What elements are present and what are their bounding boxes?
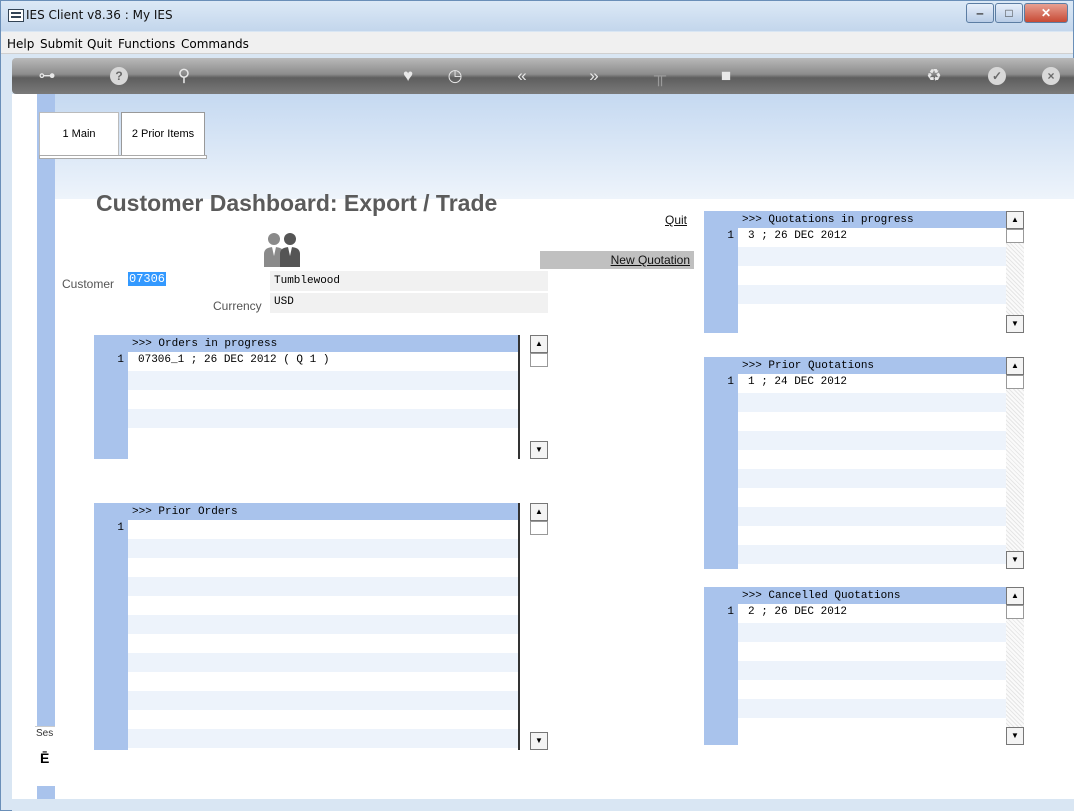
prior-quotations-header: >>> Prior Quotations <box>738 357 1007 374</box>
orders-in-progress-header: >>> Orders in progress <box>128 335 519 352</box>
menu-help[interactable]: Help <box>7 37 34 51</box>
recycle-icon[interactable]: ♻ <box>922 64 946 88</box>
window-title: IES Client v8.36 : My IES <box>26 8 173 22</box>
order-cell: 07306_1 ; 26 DEC 2012 ( Q 1 ) <box>138 354 330 366</box>
quit-link[interactable]: Quit <box>665 213 687 227</box>
scroll-down-icon[interactable]: ▼ <box>530 441 548 459</box>
scroll-thumb[interactable] <box>1006 375 1024 389</box>
tab-prior-items-label: 2 Prior Items <box>131 128 195 140</box>
scroll-down-icon[interactable]: ▼ <box>1006 551 1024 569</box>
customers-icon <box>264 233 300 267</box>
next-icon[interactable]: » <box>582 64 606 88</box>
tools-icon[interactable]: ╥ <box>648 64 672 88</box>
minimize-button[interactable]: ‒ <box>966 3 994 23</box>
orders-in-progress-scrollbar[interactable]: ▲ ▼ <box>530 335 548 459</box>
session-label: Ses <box>36 728 54 739</box>
cancelled-quotations-scrollbar[interactable]: ▲ ▼ <box>1006 587 1024 745</box>
scroll-thumb[interactable] <box>530 353 548 367</box>
close-window-button[interactable]: ✕ <box>1024 3 1068 23</box>
scroll-thumb[interactable] <box>1006 605 1024 619</box>
new-quotation-button[interactable]: New Quotation <box>540 251 694 269</box>
row-number: 1 <box>727 376 734 388</box>
prior-orders-header: >>> Prior Orders <box>128 503 519 520</box>
quotation-cell: 2 ; 26 DEC 2012 <box>748 606 848 618</box>
menu-functions[interactable]: Functions <box>118 37 175 51</box>
row-number: 1 <box>117 354 124 366</box>
customer-code-value: 07306 <box>128 272 167 286</box>
currency-label: Currency <box>213 299 262 313</box>
maximize-button[interactable]: □ <box>995 3 1023 23</box>
tab-main-label: 1 Main <box>62 128 96 140</box>
clock-icon[interactable]: ◷ <box>443 64 467 88</box>
quotations-in-progress-scrollbar[interactable]: ▲ ▼ <box>1006 211 1024 333</box>
table-row[interactable]: 1 1 ; 24 DEC 2012 <box>704 376 1007 395</box>
scroll-up-icon[interactable]: ▲ <box>530 335 548 353</box>
row-number: 1 <box>727 230 734 242</box>
quotation-cell: 3 ; 26 DEC 2012 <box>748 230 848 242</box>
table-row[interactable]: 1 2 ; 26 DEC 2012 <box>704 606 1007 625</box>
tab-main[interactable]: 1 Main <box>39 112 119 158</box>
scroll-up-icon[interactable]: ▲ <box>1006 211 1024 229</box>
prev-icon[interactable]: « <box>510 64 534 88</box>
app-icon <box>8 9 24 22</box>
heart-icon[interactable]: ♥ <box>396 64 420 88</box>
tab-underline <box>39 155 207 159</box>
check-icon[interactable]: ✓ <box>988 67 1006 85</box>
table-row[interactable]: 1 3 ; 26 DEC 2012 <box>704 230 1007 249</box>
currency-field: USD <box>270 293 548 313</box>
page-title: Customer Dashboard: Export / Trade <box>96 190 498 216</box>
row-number: 1 <box>727 606 734 618</box>
customer-name-field: Tumblewood <box>270 271 548 291</box>
quotations-in-progress-header: >>> Quotations in progress <box>738 211 1007 228</box>
scroll-up-icon[interactable]: ▲ <box>1006 587 1024 605</box>
stop-icon[interactable]: ■ <box>714 64 738 88</box>
session-icon[interactable]: Ē <box>40 750 49 766</box>
orders-in-progress-grid: >>> Orders in progress 1 07306_1 ; 26 DE… <box>94 335 519 459</box>
scroll-up-icon[interactable]: ▲ <box>530 503 548 521</box>
key-icon[interactable]: ⊶ <box>32 64 62 88</box>
toolbar: ⊶ ? ⚲ ♥ ◷ « » ╥ ■ ♻ ✓ × <box>12 58 1074 94</box>
cancelled-quotations-header: >>> Cancelled Quotations <box>738 587 1007 604</box>
customer-name-value: Tumblewood <box>274 275 341 287</box>
scroll-thumb[interactable] <box>530 521 548 535</box>
help-icon[interactable]: ? <box>110 67 128 85</box>
prior-orders-grid: >>> Prior Orders 1 <box>94 503 519 750</box>
prior-quotations-grid: >>> Prior Quotations 1 1 ; 24 DEC 2012 <box>704 357 1007 569</box>
menu-commands[interactable]: Commands <box>181 37 249 51</box>
table-row[interactable]: 1 <box>94 522 519 541</box>
prior-quotations-scrollbar[interactable]: ▲ ▼ <box>1006 357 1024 569</box>
scroll-up-icon[interactable]: ▲ <box>1006 357 1024 375</box>
menu-submit[interactable]: Submit <box>40 37 83 51</box>
left-sidebar <box>37 94 55 799</box>
close-icon[interactable]: × <box>1042 67 1060 85</box>
scroll-thumb[interactable] <box>1006 229 1024 243</box>
status-strip <box>12 799 1074 811</box>
menu-quit[interactable]: Quit <box>87 37 112 51</box>
scroll-down-icon[interactable]: ▼ <box>1006 315 1024 333</box>
currency-value: USD <box>274 296 294 308</box>
scroll-down-icon[interactable]: ▼ <box>530 732 548 750</box>
cancelled-quotations-grid: >>> Cancelled Quotations 1 2 ; 26 DEC 20… <box>704 587 1007 745</box>
quotations-in-progress-grid: >>> Quotations in progress 1 3 ; 26 DEC … <box>704 211 1007 333</box>
search-icon[interactable]: ⚲ <box>172 64 196 88</box>
prior-orders-scrollbar[interactable]: ▲ ▼ <box>530 503 548 750</box>
customer-code-input[interactable]: 07306 <box>128 271 268 291</box>
table-row[interactable]: 1 07306_1 ; 26 DEC 2012 ( Q 1 ) <box>94 354 519 373</box>
scroll-down-icon[interactable]: ▼ <box>1006 727 1024 745</box>
customer-label: Customer <box>62 277 115 291</box>
tab-prior-items[interactable]: 2 Prior Items <box>121 112 205 158</box>
row-number: 1 <box>117 522 124 534</box>
quotation-cell: 1 ; 24 DEC 2012 <box>748 376 848 388</box>
menu-bar: Help Submit Quit Functions Commands <box>1 32 1073 54</box>
